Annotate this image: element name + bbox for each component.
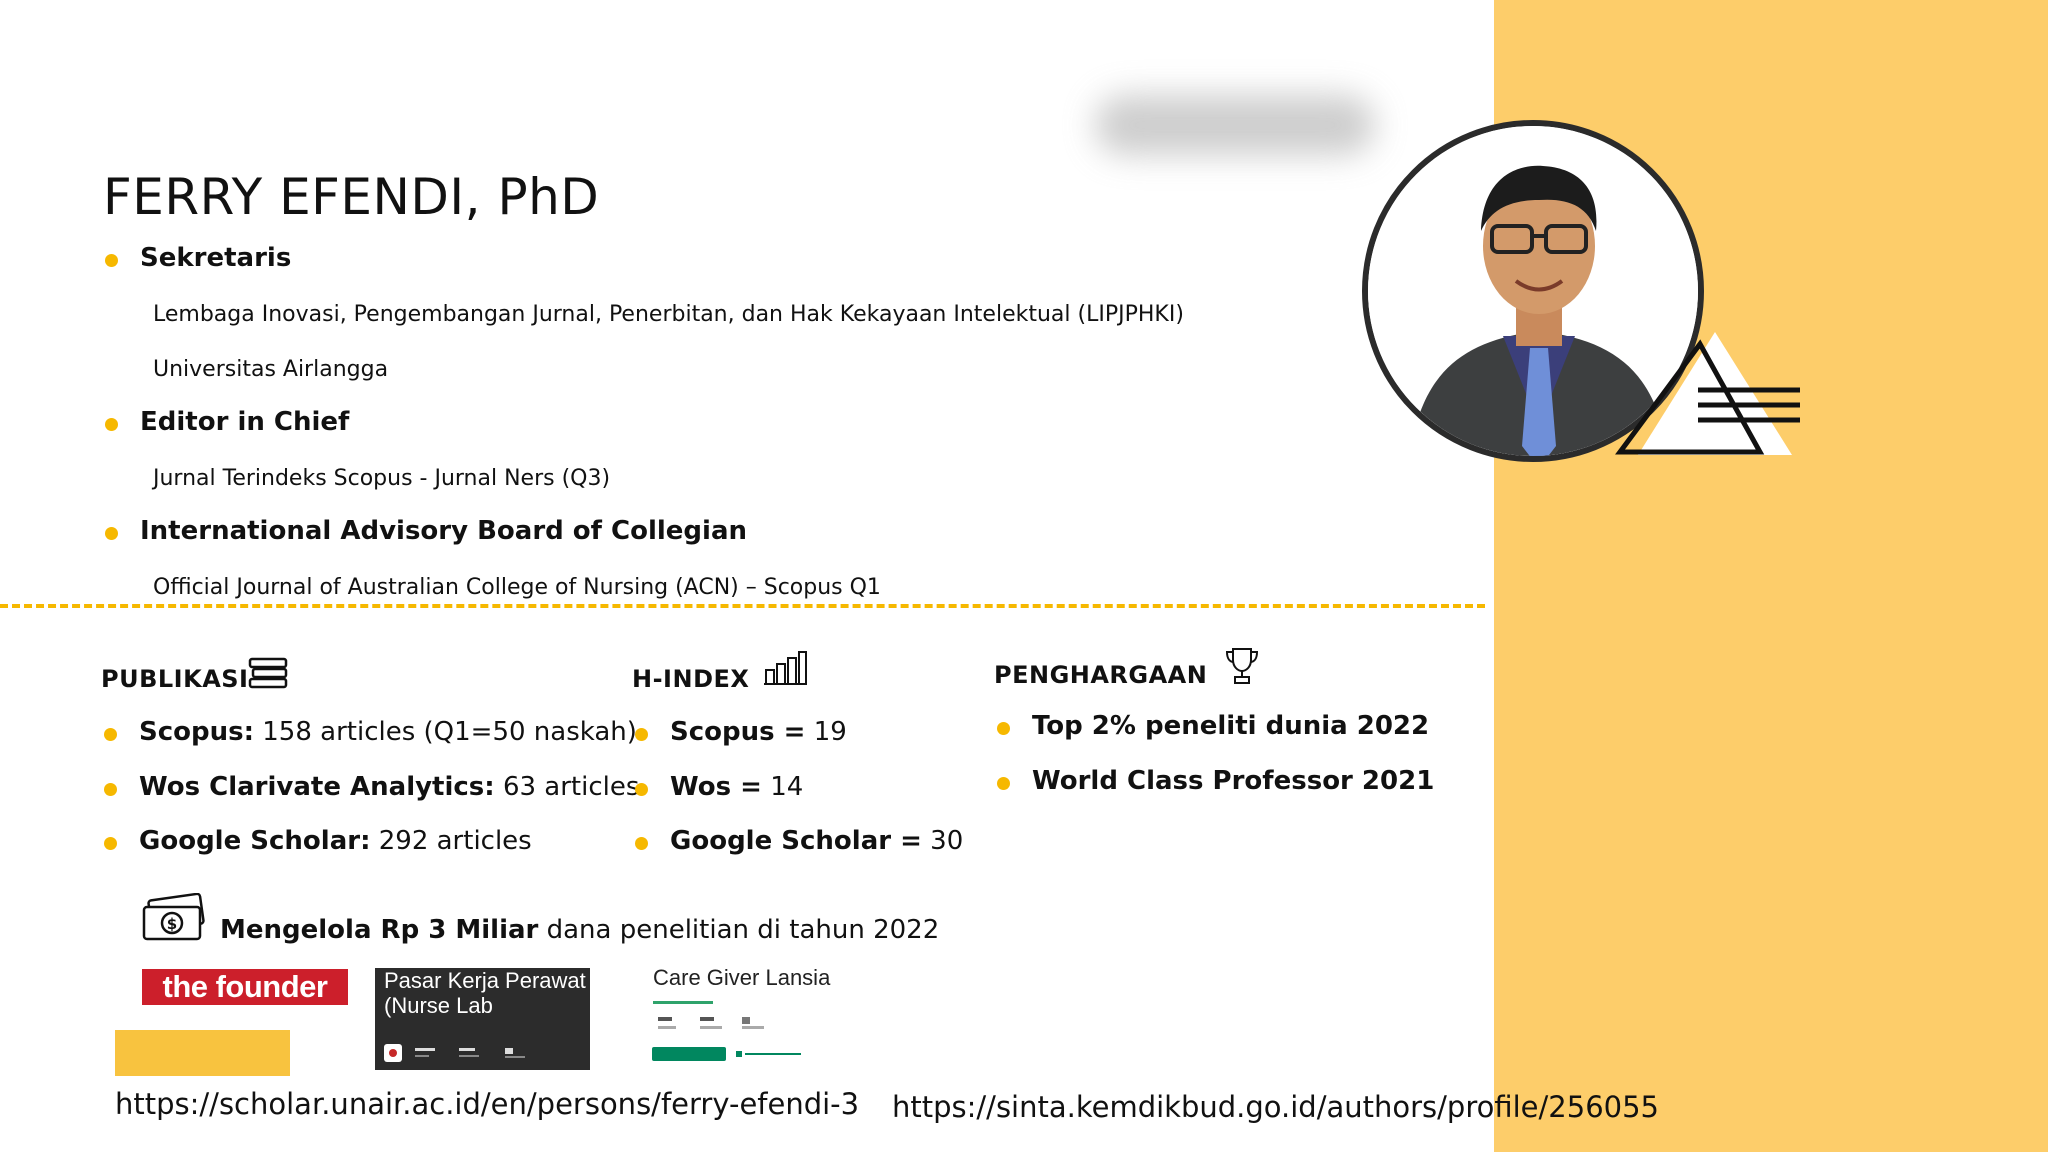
- role-detail: Universitas Airlangga: [153, 357, 389, 382]
- bullet-dot: [104, 837, 117, 850]
- bullet-dot: [104, 783, 117, 796]
- publikasi-item: Google Scholar: 292 articles: [139, 826, 532, 856]
- bullet-dot: [635, 783, 648, 796]
- bullet-dot: [105, 254, 118, 267]
- nurse-app-title: Pasar Kerja Perawat (Nurse Lab: [384, 968, 586, 1018]
- decorative-triangle-lines: [1615, 332, 1800, 455]
- profile-name: FERRY EFENDI, PhD: [103, 168, 600, 226]
- bullet-dot: [104, 728, 117, 741]
- app-stats-strip: [415, 1048, 525, 1058]
- role-title: International Advisory Board of Collegia…: [140, 516, 748, 546]
- sinta-url[interactable]: https://sinta.kemdikbud.go.id/authors/pr…: [892, 1090, 1659, 1124]
- publikasi-heading: PUBLIKASI: [101, 665, 249, 693]
- svg-text:$: $: [167, 915, 177, 933]
- bullet-dot: [997, 777, 1010, 790]
- penghargaan-item: World Class Professor 2021: [1032, 766, 1435, 796]
- caregiver-app-title: Care Giver Lansia: [653, 965, 831, 990]
- nurse-lab-app-card: Pasar Kerja Perawat (Nurse Lab: [375, 968, 590, 1070]
- scholar-url[interactable]: https://scholar.unair.ac.id/en/persons/f…: [115, 1087, 859, 1121]
- bullet-dot: [635, 837, 648, 850]
- publikasi-item: Wos Clarivate Analytics: 63 articles: [139, 772, 640, 802]
- the-founder-logo: the founder: [142, 969, 348, 1005]
- role-detail: Official Journal of Australian College o…: [153, 575, 881, 600]
- caregiver-app-subtitle-strip: [653, 1001, 713, 1004]
- blurred-redaction: [1095, 95, 1375, 155]
- bullet-dot: [105, 527, 118, 540]
- caregiver-app-stats: [658, 1017, 764, 1029]
- hindex-item: Wos = 14: [670, 772, 804, 802]
- role-detail: Lembaga Inovasi, Pengembangan Jurnal, Pe…: [153, 302, 1184, 327]
- role-detail: Jurnal Terindeks Scopus - Jurnal Ners (Q…: [153, 466, 611, 491]
- role-title: Sekretaris: [140, 243, 292, 273]
- section-divider: [0, 604, 1485, 608]
- bullet-dot: [997, 722, 1010, 735]
- yellow-block: [115, 1030, 290, 1076]
- bullet-dot: [105, 418, 118, 431]
- trophy-icon: [1225, 648, 1259, 684]
- hindex-item: Google Scholar = 30: [670, 826, 964, 856]
- hindex-item: Scopus = 19: [670, 717, 847, 747]
- penghargaan-item: Top 2% peneliti dunia 2022: [1032, 711, 1430, 741]
- install-button[interactable]: [652, 1047, 726, 1061]
- penghargaan-heading: PENGHARGAAN: [994, 661, 1208, 689]
- hindex-heading: H-INDEX: [632, 665, 750, 693]
- bullet-dot: [635, 728, 648, 741]
- books-icon: [248, 657, 288, 689]
- wishlist-link-strip[interactable]: [736, 1050, 802, 1058]
- funding-text: Mengelola Rp 3 Miliar dana penelitian di…: [220, 915, 940, 945]
- publikasi-item: Scopus: 158 articles (Q1=50 naskah): [139, 717, 637, 747]
- bar-chart-icon: [764, 651, 807, 685]
- app-logo-icon: [384, 1044, 402, 1062]
- role-title: Editor in Chief: [140, 407, 350, 437]
- money-icon: $: [142, 893, 205, 941]
